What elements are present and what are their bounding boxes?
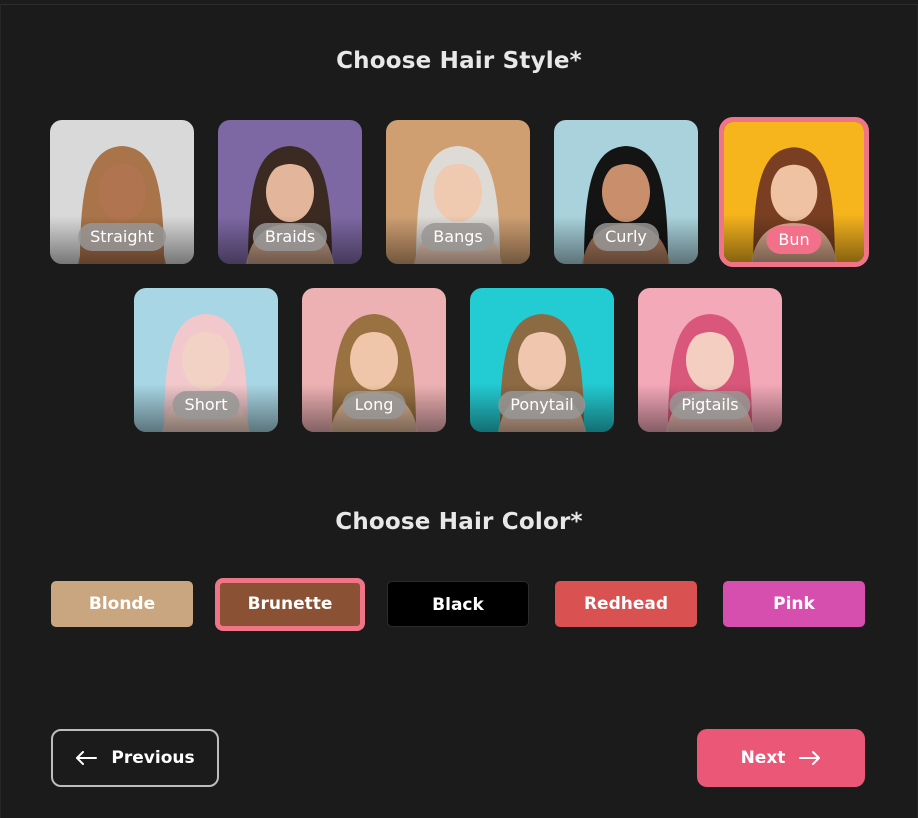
arrow-right-icon [799, 751, 821, 765]
hair-style-label: Bun [766, 226, 822, 254]
hair-style-label: Short [172, 391, 240, 419]
hair-style-label: Curly [593, 223, 659, 251]
hair-style-short-option[interactable]: Short [134, 288, 278, 432]
hair-style-label: Pigtails [669, 391, 751, 419]
hair-color-redhead-button[interactable]: Redhead [555, 581, 697, 627]
hair-style-label: Long [342, 391, 406, 419]
previous-button[interactable]: Previous [51, 729, 219, 787]
hair-style-label: Bangs [421, 223, 495, 251]
hair-color-heading: Choose Hair Color* [335, 509, 583, 535]
hair-style-heading: Choose Hair Style* [336, 48, 582, 74]
previous-label: Previous [111, 748, 195, 768]
hair-style-bangs-option[interactable]: Bangs [386, 120, 530, 264]
next-button[interactable]: Next [697, 729, 865, 787]
hair-color-blonde-button[interactable]: Blonde [51, 581, 193, 627]
hair-style-label: Straight [78, 223, 166, 251]
hair-style-ponytail-option[interactable]: Ponytail [470, 288, 614, 432]
hair-style-braids-option[interactable]: Braids [218, 120, 362, 264]
hair-style-curly-option[interactable]: Curly [554, 120, 698, 264]
hair-color-black-button[interactable]: Black [387, 581, 529, 627]
hair-style-bun-option[interactable]: Bun [719, 117, 869, 267]
hair-style-long-option[interactable]: Long [302, 288, 446, 432]
hair-style-pigtails-option[interactable]: Pigtails [638, 288, 782, 432]
hair-color-brunette-button[interactable]: Brunette [215, 578, 365, 631]
hair-color-pink-button[interactable]: Pink [723, 581, 865, 627]
hair-style-label: Ponytail [498, 391, 586, 419]
arrow-left-icon [76, 751, 98, 765]
hair-style-straight-option[interactable]: Straight [50, 120, 194, 264]
hair-style-label: Braids [252, 223, 328, 251]
next-label: Next [740, 748, 786, 768]
